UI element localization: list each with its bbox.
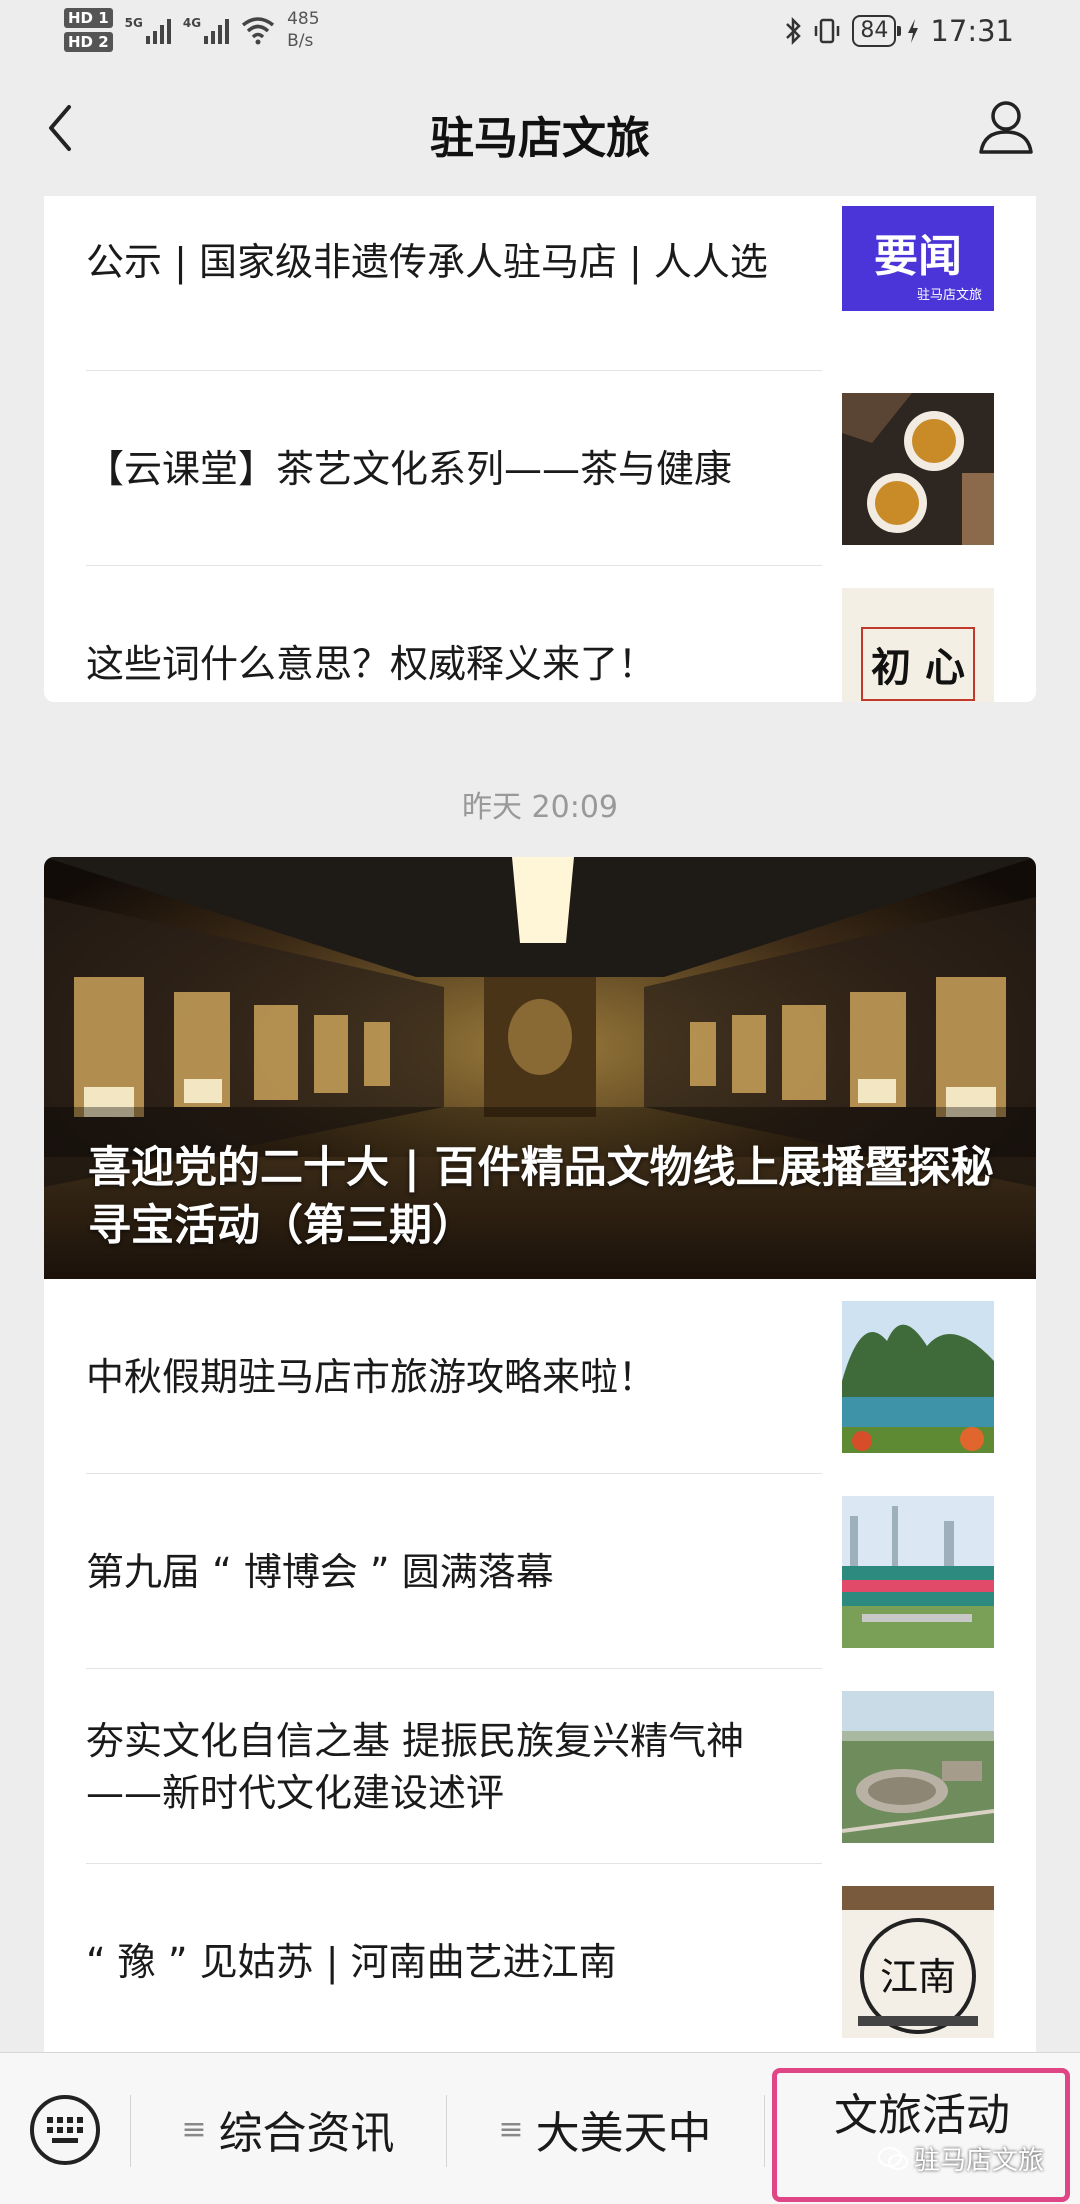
vibrate-icon bbox=[815, 18, 840, 44]
net2-label: 4G bbox=[182, 16, 202, 30]
status-left: HD 1 HD 2 5G 4G 485 B/s bbox=[64, 8, 320, 52]
article-title: 中秋假期驻马店市旅游攻略来啦！ bbox=[86, 1354, 657, 1399]
watermark-text: 驻马店文旅 bbox=[913, 2146, 1044, 2176]
article-item[interactable]: 第九届 “ 博博会 ” 圆满落幕 bbox=[86, 1474, 994, 1669]
signal-4g-icon: 4G bbox=[182, 16, 230, 44]
page-title: 驻马店文旅 bbox=[430, 113, 650, 164]
hd1-badge: HD 1 bbox=[64, 8, 113, 28]
nav-header: 驻马店文旅 bbox=[0, 66, 1080, 196]
article-thumbnail bbox=[842, 1495, 994, 1648]
submenu-icon: ≡ bbox=[498, 2111, 524, 2147]
profile-button[interactable] bbox=[976, 96, 1036, 160]
article-card: 公示 | 国家级非遗传承人驻马店 | 人人选 要闻 驻马店文旅 【云课堂】茶艺文… bbox=[44, 196, 1036, 702]
article-title: 公示 | 国家级非遗传承人驻马店 | 人人选 bbox=[86, 240, 768, 284]
article-item[interactable]: 这些词什么意思？权威释义来了！ 初 心 bbox=[86, 566, 994, 702]
thumb-sublabel: 驻马店文旅 bbox=[916, 288, 982, 303]
menu-item-tianzhong[interactable]: ≡ 大美天中 bbox=[446, 2053, 764, 2204]
charging-icon bbox=[908, 19, 919, 43]
status-bar: HD 1 HD 2 5G 4G 485 B/s 84 17:31 bbox=[0, 0, 1080, 66]
article-thumbnail: 初 心 bbox=[842, 587, 994, 702]
thumb-label: 江南 bbox=[879, 1954, 956, 1999]
expo-building-image bbox=[842, 1495, 994, 1648]
speed-value: 485 bbox=[287, 9, 320, 29]
article-title: 这些词什么意思？权威释义来了！ bbox=[86, 641, 657, 686]
message-timestamp: 昨天 20:09 bbox=[462, 790, 618, 825]
article-item[interactable]: 【云课堂】茶艺文化系列——茶与健康 bbox=[86, 371, 994, 566]
article-item[interactable]: 中秋假期驻马店市旅游攻略来啦！ bbox=[86, 1279, 994, 1474]
article-title: “ 豫 ” 见姑苏 | 河南曲艺进江南 bbox=[86, 1939, 617, 1984]
article-thumbnail: 要闻 驻马店文旅 bbox=[842, 206, 994, 311]
tea-cups-image bbox=[842, 392, 994, 545]
article-item[interactable]: 公示 | 国家级非遗传承人驻马店 | 人人选 要闻 驻马店文旅 bbox=[86, 196, 994, 371]
article-title: 夯实文化自信之基 提振民族复兴精气神——新时代文化建设述评 bbox=[86, 1718, 745, 1815]
menu-item-news[interactable]: ≡ 综合资讯 bbox=[130, 2053, 446, 2204]
hero-article[interactable]: 喜迎党的二十大 | 百件精品文物线上展播暨探秘寻宝活动（第三期） bbox=[44, 857, 1036, 1279]
highlight-box bbox=[772, 2068, 1070, 2202]
article-card: 喜迎党的二十大 | 百件精品文物线上展播暨探秘寻宝活动（第三期） 中秋假期驻马店… bbox=[44, 857, 1036, 2052]
keyboard-button[interactable] bbox=[28, 2093, 102, 2167]
article-title: 【云课堂】茶艺文化系列——茶与健康 bbox=[86, 446, 733, 491]
article-thumbnail: 江南 bbox=[842, 1885, 994, 2038]
hd2-badge: HD 2 bbox=[64, 32, 113, 52]
article-thumbnail bbox=[842, 392, 994, 545]
article-thumbnail bbox=[842, 1690, 994, 1843]
submenu-icon: ≡ bbox=[181, 2111, 207, 2147]
aerial-city-image bbox=[842, 1690, 994, 1843]
network-speed: 485 B/s bbox=[287, 8, 319, 52]
wifi-icon bbox=[241, 17, 275, 45]
bluetooth-icon bbox=[786, 16, 802, 46]
menu-label: 大美天中 bbox=[535, 2108, 712, 2159]
hd-indicators: HD 1 HD 2 bbox=[64, 8, 113, 52]
thumb-label: 要闻 bbox=[874, 231, 962, 282]
speed-unit: B/s bbox=[287, 31, 314, 51]
article-title: 第九届 “ 博博会 ” 圆满落幕 bbox=[86, 1549, 554, 1594]
status-right: 84 17:31 bbox=[784, 14, 1014, 48]
clock: 17:31 bbox=[930, 14, 1014, 48]
article-item[interactable]: “ 豫 ” 见姑苏 | 河南曲艺进江南 江南 bbox=[86, 1864, 994, 2052]
battery-indicator: 84 bbox=[852, 15, 902, 47]
net1-label: 5G bbox=[124, 16, 143, 30]
wechat-icon bbox=[877, 2146, 908, 2170]
article-item[interactable]: 夯实文化自信之基 提振民族复兴精气神——新时代文化建设述评 bbox=[86, 1669, 994, 1864]
landscape-image bbox=[842, 1300, 994, 1453]
watermark: 驻马店文旅 bbox=[877, 2140, 1044, 2177]
message-feed[interactable]: 公示 | 国家级非遗传承人驻马店 | 人人选 要闻 驻马店文旅 【云课堂】茶艺文… bbox=[0, 196, 1080, 2052]
keyboard-icon bbox=[30, 2095, 100, 2165]
thumb-label: 初 心 bbox=[861, 626, 975, 701]
article-thumbnail bbox=[842, 1300, 994, 1453]
hero-title: 喜迎党的二十大 | 百件精品文物线上展播暨探秘寻宝活动（第三期） bbox=[88, 1143, 994, 1251]
menu-label: 综合资讯 bbox=[218, 2108, 395, 2159]
user-icon bbox=[979, 101, 1033, 154]
signal-5g-icon: 5G bbox=[125, 16, 171, 44]
